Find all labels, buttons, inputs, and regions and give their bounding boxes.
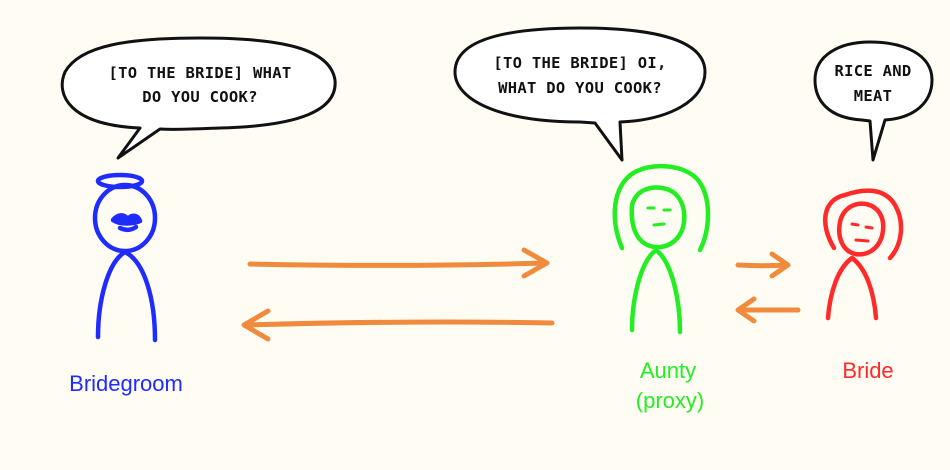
aunty-label: Aunty bbox=[640, 358, 696, 383]
aunty-speech-bubble: [TO THE BRIDE] OI, WHAT DO YOU COOK? bbox=[453, 26, 707, 162]
bride-bubble-line1: RICE AND bbox=[834, 62, 911, 80]
arrow-right-long bbox=[247, 247, 550, 279]
bride-face bbox=[837, 201, 886, 257]
aunty-hair bbox=[612, 164, 711, 253]
bridegroom-body bbox=[95, 249, 158, 343]
aunty-face bbox=[629, 185, 687, 250]
bride-mouth bbox=[854, 238, 870, 243]
bridegroom-bubble-line1: [TO THE BRIDE] WHAT bbox=[108, 64, 291, 82]
bridegroom-speech-bubble: [TO THE BRIDE] WHAT DO YOU COOK? bbox=[60, 36, 337, 160]
aunty-bubble-line2: WHAT DO YOU COOK? bbox=[498, 79, 662, 97]
aunty-bubble-line1: [TO THE BRIDE] OI, bbox=[493, 54, 666, 72]
arrows bbox=[241, 247, 801, 342]
bride-label: Bride bbox=[842, 358, 893, 383]
arrow-left-long bbox=[241, 308, 555, 342]
aunty-proxy-label: (proxy) bbox=[636, 388, 704, 413]
bridegroom-bubble-line2: DO YOU COOK? bbox=[142, 88, 258, 106]
bride-body bbox=[825, 255, 879, 321]
bridegroom-mouth bbox=[117, 224, 139, 233]
bridegroom-label: Bridegroom bbox=[69, 371, 183, 396]
aunty-body bbox=[629, 247, 683, 335]
bride-veil bbox=[823, 188, 904, 261]
bride-eye-left bbox=[850, 222, 860, 227]
bride-speech-bubble: RICE AND MEAT bbox=[813, 40, 934, 162]
bridegroom-figure bbox=[92, 172, 158, 343]
bride-figure bbox=[823, 188, 904, 321]
mustache-icon bbox=[110, 213, 143, 226]
aunty-mouth bbox=[652, 222, 666, 227]
diagram-canvas: [TO THE BRIDE] WHAT DO YOU COOK? [TO THE… bbox=[60, 26, 934, 413]
bride-bubble-line2: MEAT bbox=[854, 87, 893, 105]
arrow-left-short bbox=[735, 296, 801, 324]
arrow-right-short bbox=[735, 251, 791, 279]
bride-eye-right bbox=[864, 225, 874, 230]
aunty-figure bbox=[612, 164, 711, 335]
